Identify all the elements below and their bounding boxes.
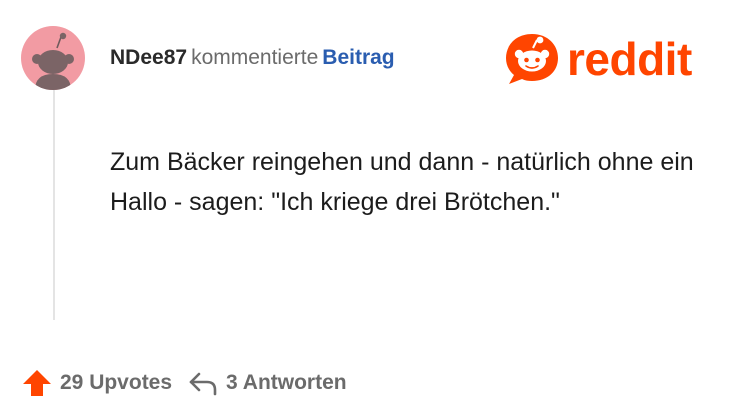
comment-text: Zum Bäcker reingehen und dann - natürlic… bbox=[110, 148, 694, 216]
snoo-logo-icon bbox=[506, 34, 558, 84]
reddit-wordmark: reddit bbox=[567, 33, 692, 85]
upvote-arrow-icon[interactable] bbox=[22, 368, 52, 398]
reddit-logo: reddit bbox=[503, 31, 715, 87]
comment-header: NDee87 kommentierte Beitrag bbox=[110, 44, 395, 72]
thread-line bbox=[53, 90, 55, 320]
action-text: kommentierte bbox=[191, 46, 319, 69]
upvote-count: 29 Upvotes bbox=[60, 371, 173, 394]
comment-footer: 29 Upvotes 3 Antworten bbox=[22, 366, 347, 400]
reply-arrow-icon[interactable] bbox=[188, 370, 218, 396]
avatar[interactable] bbox=[21, 26, 85, 90]
snoo-avatar-icon bbox=[32, 32, 74, 90]
post-link[interactable]: Beitrag bbox=[322, 46, 394, 69]
username-link[interactable]: NDee87 bbox=[110, 46, 187, 69]
reply-count[interactable]: 3 Antworten bbox=[226, 371, 347, 395]
